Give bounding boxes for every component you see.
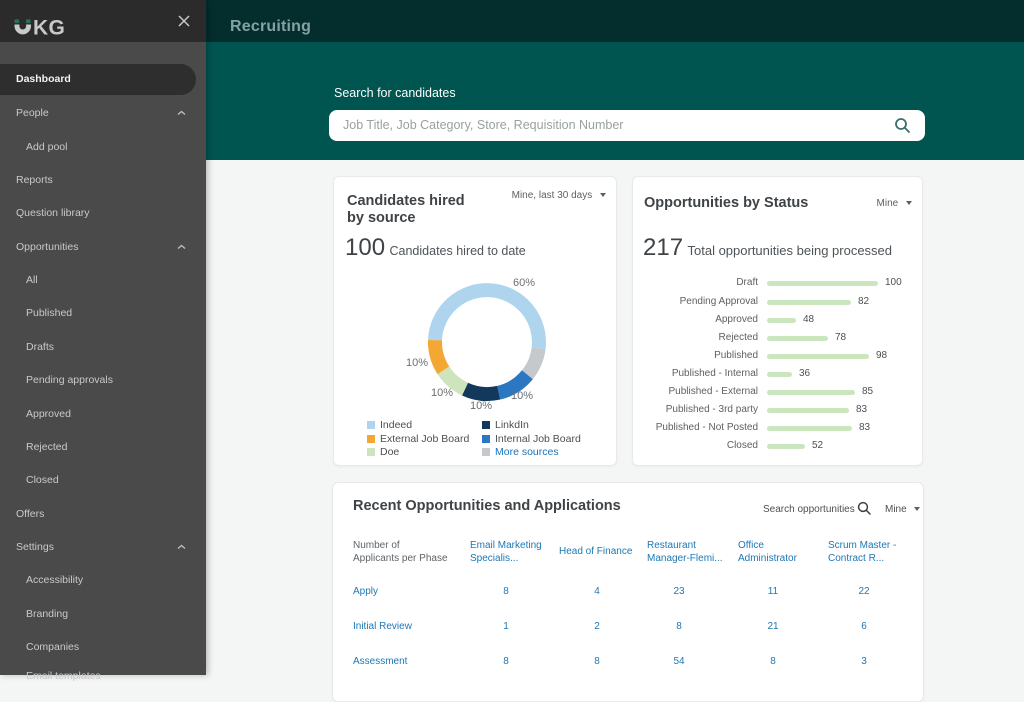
svg-text:KG: KG (33, 16, 65, 36)
